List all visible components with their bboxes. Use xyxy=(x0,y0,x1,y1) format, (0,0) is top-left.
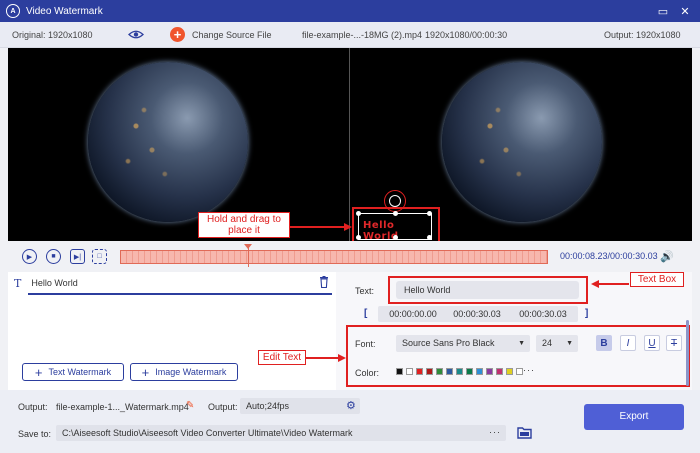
color-swatch[interactable] xyxy=(396,368,403,375)
resize-handle[interactable] xyxy=(393,235,398,240)
close-icon[interactable]: ✕ xyxy=(678,4,692,18)
textbox-highlight-frame xyxy=(388,276,588,304)
output-format-label: Output: xyxy=(208,402,238,412)
strikethrough-button[interactable]: T xyxy=(666,335,682,351)
chevron-down-icon: ▼ xyxy=(566,340,573,347)
more-colors-icon[interactable]: ··· xyxy=(523,365,535,375)
output-video-frame xyxy=(442,62,602,222)
bold-button[interactable]: B xyxy=(596,335,612,351)
annotation-arrow xyxy=(306,357,338,359)
trash-icon[interactable] xyxy=(319,276,329,288)
annotation-drag: Hold and drag to place it xyxy=(198,212,290,238)
annotation-edit-text: Edit Text xyxy=(258,350,306,365)
font-select[interactable]: Source Sans Pro Black ▼ xyxy=(396,335,530,352)
title-bar: A Video Watermark ▭ ✕ xyxy=(0,0,700,22)
start-bracket-icon[interactable]: [ xyxy=(364,308,367,319)
end-bracket-icon[interactable]: ] xyxy=(585,308,588,319)
edit-pencil-icon[interactable]: ✎ xyxy=(186,400,194,411)
window-title: Video Watermark xyxy=(26,5,103,17)
change-source-plus-icon[interactable]: + xyxy=(170,27,185,42)
play-icon[interactable]: ▶ xyxy=(22,249,37,264)
color-swatch[interactable] xyxy=(436,368,443,375)
selected-underline xyxy=(28,293,332,295)
font-label: Font: xyxy=(355,339,376,349)
underline-button[interactable]: U xyxy=(644,335,660,351)
annotation-arrow xyxy=(290,226,344,228)
color-label: Color: xyxy=(355,368,380,378)
color-swatch[interactable] xyxy=(456,368,463,375)
color-swatch[interactable] xyxy=(466,368,473,375)
color-swatch[interactable] xyxy=(416,368,423,375)
app-logo-icon: A xyxy=(6,4,20,18)
add-image-watermark-button[interactable]: + Image Watermark xyxy=(130,363,238,381)
italic-button[interactable]: I xyxy=(620,335,636,351)
resize-handle[interactable] xyxy=(393,211,398,216)
annotation-arrow-head xyxy=(591,280,599,288)
watermark-item-label: Hello World xyxy=(31,278,78,288)
file-info: 1920x1080/00:00:30 xyxy=(425,30,508,40)
resize-handle[interactable] xyxy=(356,211,361,216)
save-to-label: Save to: xyxy=(18,429,52,439)
watermark-box[interactable]: Hello World xyxy=(356,211,432,242)
annotation-arrow-head xyxy=(338,354,346,362)
timeline-track[interactable] xyxy=(120,250,548,264)
start-time-input[interactable]: 00:00:00.00 xyxy=(378,306,448,322)
output-resolution: Output: 1920x1080 xyxy=(604,30,681,40)
resize-handle[interactable] xyxy=(356,235,361,240)
output-file-label: Output: xyxy=(18,402,48,412)
duration-input[interactable]: 00:00:30.03 xyxy=(442,306,512,322)
next-frame-icon[interactable]: ▶| xyxy=(70,249,85,264)
toolbar: Original: 1920x1080 + Change Source File… xyxy=(0,22,700,48)
color-swatch[interactable] xyxy=(426,368,433,375)
output-format-field[interactable]: Auto;24fps xyxy=(240,398,360,414)
annotation-arrow-head xyxy=(344,223,352,231)
text-type-icon: T xyxy=(14,276,22,290)
folder-icon[interactable] xyxy=(517,426,532,439)
change-source-button[interactable]: Change Source File xyxy=(192,30,272,40)
file-name: file-example-...-18MG (2).mp4 xyxy=(302,30,423,40)
original-video-frame xyxy=(88,62,248,222)
minimize-icon[interactable]: ▭ xyxy=(656,4,670,18)
plus-icon: + xyxy=(141,364,150,380)
font-size-select[interactable]: 24 ▼ xyxy=(536,335,578,352)
preview-divider xyxy=(349,48,350,241)
original-resolution: Original: 1920x1080 xyxy=(12,30,93,40)
settings-scrollbar[interactable] xyxy=(686,320,689,386)
text-label: Text: xyxy=(355,286,375,296)
color-swatch[interactable] xyxy=(446,368,453,375)
chevron-down-icon: ▼ xyxy=(518,340,525,347)
resize-handle[interactable] xyxy=(427,211,432,216)
add-text-watermark-button[interactable]: + Text Watermark xyxy=(22,363,124,381)
color-swatch[interactable] xyxy=(506,368,513,375)
annotation-arrow xyxy=(599,283,629,285)
plus-icon: + xyxy=(34,364,43,380)
stop-icon[interactable]: ■ xyxy=(46,249,61,264)
playhead-marker[interactable] xyxy=(244,244,252,249)
color-swatch[interactable] xyxy=(486,368,493,375)
export-button[interactable]: Export xyxy=(584,404,684,430)
color-swatch[interactable] xyxy=(476,368,483,375)
eye-icon[interactable] xyxy=(128,29,144,40)
save-path-field[interactable]: C:\Aiseesoft Studio\Aiseesoft Video Conv… xyxy=(56,425,506,441)
resize-handle[interactable] xyxy=(427,235,432,240)
volume-icon[interactable]: 🔊 xyxy=(660,250,674,263)
timecode: 00:00:08.23/00:00:30.03 xyxy=(560,251,658,261)
end-time-input[interactable]: 00:00:30.03 xyxy=(508,306,578,322)
color-swatch[interactable] xyxy=(406,368,413,375)
browse-icon[interactable]: ··· xyxy=(489,427,501,437)
annotation-textbox: Text Box xyxy=(630,272,684,287)
list-item[interactable]: T Hello World xyxy=(8,272,336,294)
output-file-name: file-example-1..._Watermark.mp4 xyxy=(56,402,189,412)
clip-icon[interactable]: □ xyxy=(92,249,107,264)
color-swatch[interactable] xyxy=(496,368,503,375)
gear-icon[interactable]: ⚙ xyxy=(346,399,356,412)
color-swatch[interactable] xyxy=(516,368,523,375)
